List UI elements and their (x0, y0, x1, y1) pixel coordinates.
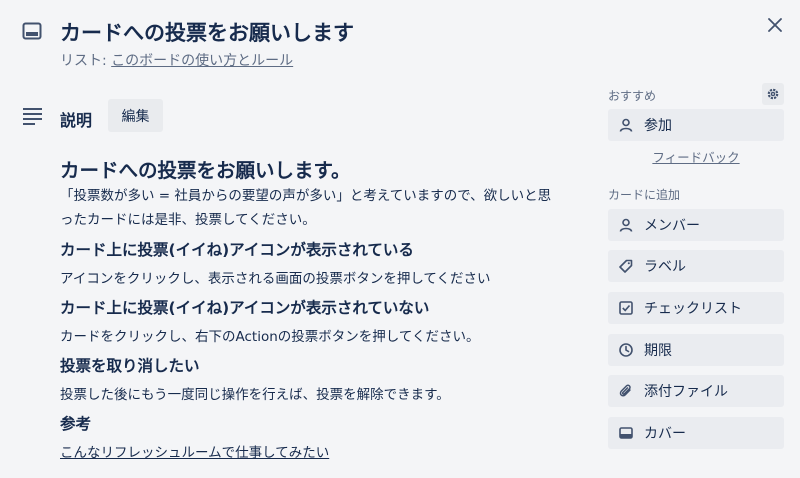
cover-button[interactable]: カバー (608, 417, 784, 449)
checkbox-icon (618, 300, 634, 316)
section-text: カードをクリックし、右下のActionの投票ボタンを押してください。 (60, 329, 480, 345)
labels-label: ラベル (644, 259, 686, 275)
description-intro-line: ったカードには是非、投票してください。 (60, 212, 316, 228)
label-tag-icon (618, 258, 634, 274)
close-icon (768, 18, 782, 32)
clock-icon (618, 342, 634, 358)
section-text: 投票した後にもう一度同じ操作を行えば、投票を解除できます。 (60, 387, 450, 403)
list-prefix: リスト: (60, 53, 112, 69)
edit-description-button[interactable]: 編集 (108, 99, 163, 132)
description-intro-line: 「投票数が多い = 社員からの要望の声が多い」と考えていますので、欲しいと思 (60, 188, 552, 204)
card-title[interactable]: カードへの投票をお願いします (60, 17, 354, 47)
reference-link[interactable]: こんなリフレッシュルームで仕事してみたい (60, 439, 329, 467)
description-title: 説明 (60, 111, 93, 130)
person-icon (618, 217, 634, 233)
list-breadcrumb: リスト: このボードの使い方とルール (60, 50, 293, 70)
section-heading: カード上に投票(イイね)アイコンが表示されている (60, 241, 414, 259)
person-icon (618, 117, 634, 133)
section-heading: カード上に投票(イイね)アイコンが表示されていない (60, 299, 430, 317)
list-link[interactable]: このボードの使い方とルール (111, 53, 293, 69)
attachment-button[interactable]: 添付ファイル (608, 375, 784, 407)
feedback-link[interactable]: フィードバック (608, 147, 784, 166)
checklist-label: チェックリスト (644, 301, 742, 317)
close-button[interactable] (762, 12, 788, 38)
checklist-button[interactable]: チェックリスト (608, 292, 784, 324)
members-button[interactable]: メンバー (608, 209, 784, 241)
labels-button[interactable]: ラベル (608, 250, 784, 282)
attachment-label: 添付ファイル (644, 384, 728, 400)
members-label: メンバー (644, 218, 700, 234)
suggested-settings-button[interactable] (762, 83, 784, 105)
section-text: アイコンをクリックし、表示される画面の投票ボタンを押してください (60, 271, 491, 287)
description-body[interactable]: カードへの投票をお願いします。 「投票数が多い = 社員からの要望の声が多い」と… (60, 154, 570, 467)
gear-icon (767, 88, 779, 100)
description-heading: カードへの投票をお願いします。 (60, 159, 351, 182)
due-date-label: 期限 (644, 343, 672, 359)
join-button[interactable]: 参加 (608, 109, 784, 141)
add-to-card-label: カードに追加 (608, 188, 681, 202)
description-lines-icon (23, 107, 43, 125)
description-intro: 「投票数が多い = 社員からの要望の声が多い」と考えていますので、欲しいと思 っ… (60, 184, 570, 232)
section-heading: 投票を取り消したい (60, 357, 200, 375)
paperclip-icon (618, 383, 634, 399)
reference-heading: 参考 (60, 415, 92, 433)
due-date-button[interactable]: 期限 (608, 334, 784, 366)
suggested-label: おすすめ (608, 89, 657, 103)
cover-icon (618, 425, 634, 441)
card-icon (22, 22, 42, 40)
cover-label: カバー (644, 426, 686, 442)
join-label: 参加 (644, 118, 672, 134)
